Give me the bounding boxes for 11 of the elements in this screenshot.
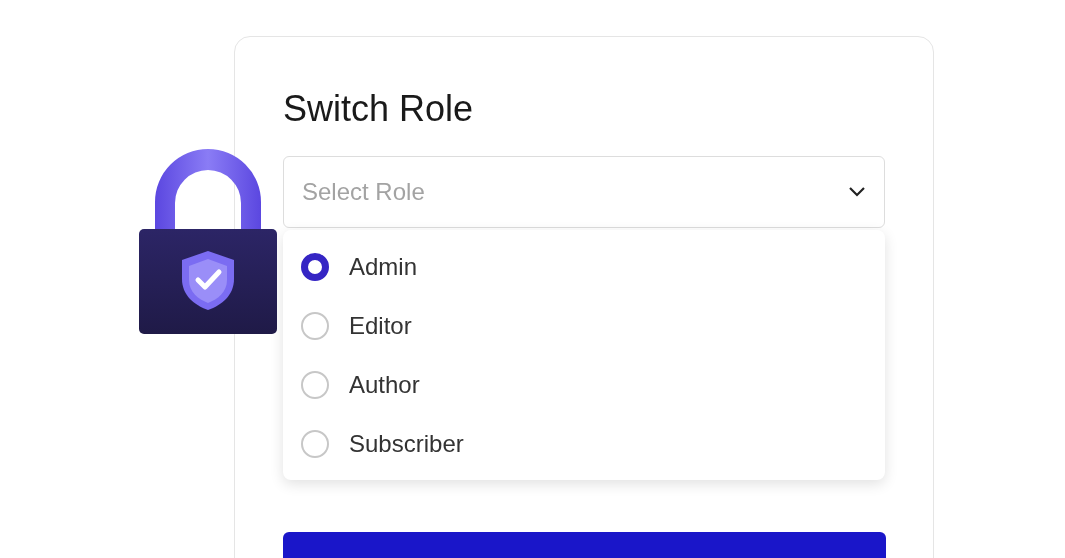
option-label: Subscriber [349,428,464,459]
option-label: Admin [349,251,418,282]
role-option[interactable]: Editor [283,296,885,355]
radio-button[interactable] [301,252,329,281]
option-label: Author [349,369,420,400]
option-label: Editor [349,310,412,341]
role-option[interactable]: Admin [283,237,885,296]
role-option[interactable]: Subscriber [283,414,885,473]
card-title: Switch Role [283,87,474,131]
chevron-down-icon [848,186,866,198]
role-option[interactable]: Author [283,355,885,414]
